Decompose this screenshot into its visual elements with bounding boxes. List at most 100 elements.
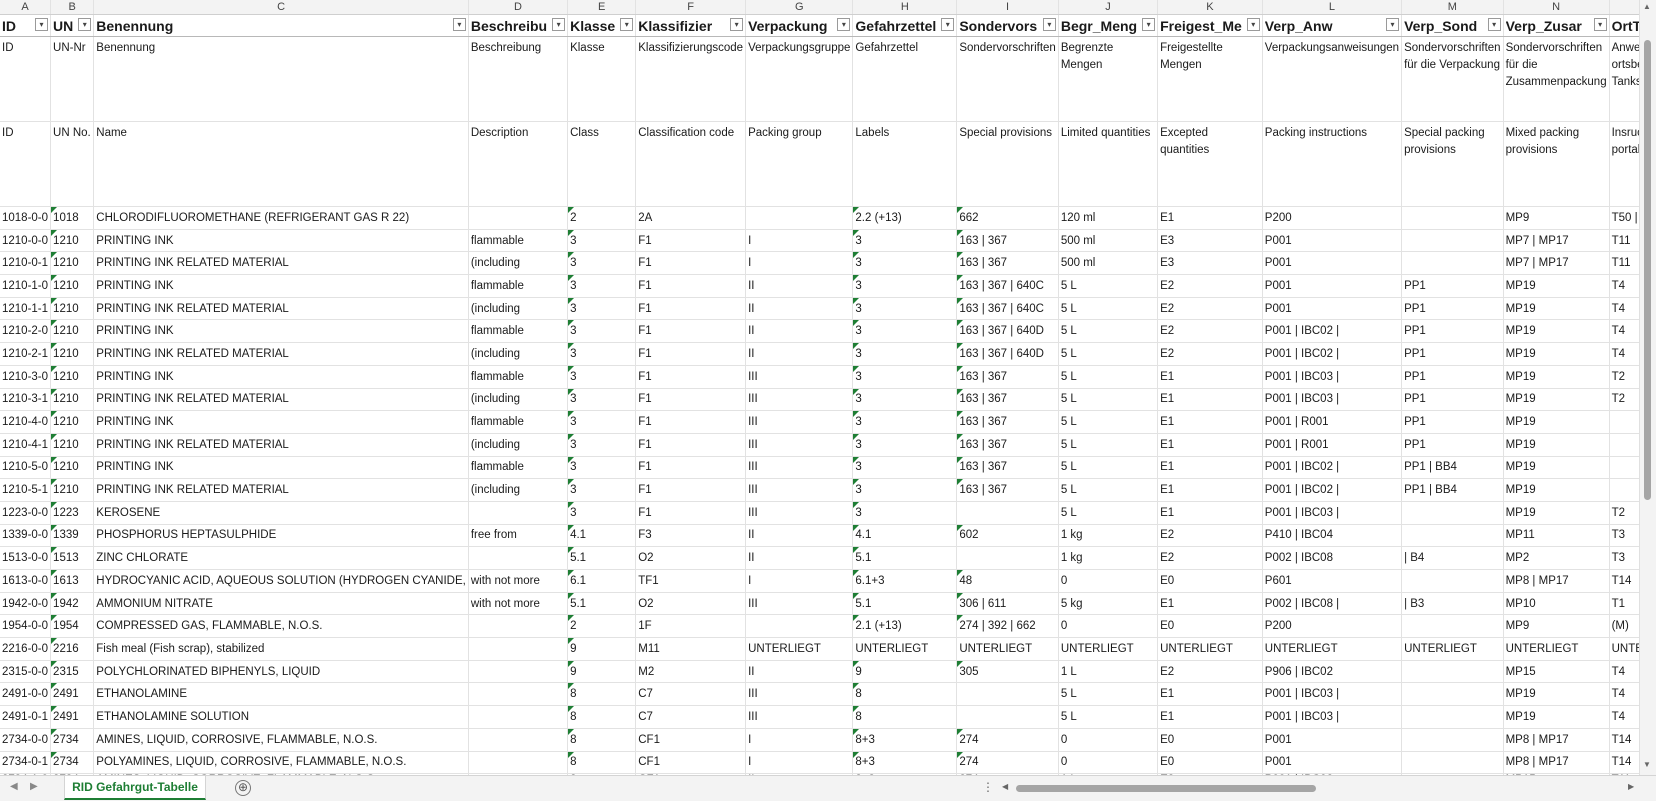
description-cell[interactable]: Name [93,121,469,207]
table-cell[interactable]: MP9 [1503,614,1610,639]
table-cell[interactable]: E0 [1157,614,1263,639]
column-letter-j[interactable]: J [1058,0,1159,15]
table-cell[interactable]: 3 [852,410,958,434]
table-cell[interactable]: T11 [1609,251,1640,276]
table-cell[interactable]: 3 [852,229,958,253]
description-cell[interactable]: ID [0,121,52,207]
table-cell[interactable]: E1 [1157,456,1263,480]
header-cell[interactable]: Verp_Sond ▾ [1401,14,1504,37]
table-cell[interactable]: 1613-0-0 [0,569,52,593]
table-cell[interactable]: 3 [567,297,637,321]
table-cell[interactable]: 5.1 [852,592,958,616]
table-cell[interactable]: 1210-4-1 [0,433,52,457]
table-cell[interactable]: 8 [567,682,637,707]
table-cell[interactable]: P001 [1262,728,1403,752]
table-cell[interactable]: 5 L [1058,410,1159,434]
description-cell[interactable]: Verpackungsgruppe [745,36,854,122]
table-cell[interactable]: 1210 [50,297,95,321]
table-cell[interactable]: 306 | 611 [956,592,1059,616]
table-cell[interactable]: 3 [852,433,958,457]
table-cell[interactable]: P001 | IBC02 | [1262,319,1403,344]
tab-scroll-left-icon[interactable]: ◀ [10,781,18,792]
table-cell[interactable]: PP1 [1401,388,1504,412]
table-cell[interactable]: E1 [1157,433,1263,457]
table-cell[interactable]: E2 [1157,342,1263,366]
table-cell[interactable]: 2.1 (+13) [852,614,958,639]
table-cell[interactable]: flammable [468,319,569,344]
table-cell[interactable]: F1 [635,456,747,480]
table-cell[interactable]: 1210 [50,319,95,344]
table-cell[interactable]: 5.1 [567,592,637,616]
table-cell[interactable]: 1210 [50,229,95,253]
table-cell[interactable]: 3 [567,365,637,389]
table-cell[interactable]: PRINTING INK [93,229,469,253]
table-cell[interactable]: MP19 [1503,433,1610,457]
table-cell[interactable]: PP1 [1401,274,1504,298]
table-cell[interactable]: 6.1 [567,569,637,593]
table-cell[interactable]: 2734-0-0 [0,728,52,752]
table-cell[interactable]: ZINC CHLORATE [93,546,469,570]
table-cell[interactable]: PRINTING INK RELATED MATERIAL [93,388,469,412]
table-cell[interactable]: III [745,682,854,707]
table-cell[interactable]: P001 | IBC02 | [1262,456,1403,480]
table-cell[interactable]: O2 [635,592,747,616]
column-letter-b[interactable]: B [50,0,95,15]
table-cell[interactable]: 2734-0-1 [0,751,52,775]
table-cell[interactable]: T4 [1609,297,1640,321]
table-cell[interactable]: T14 [1609,751,1640,775]
table-cell[interactable]: 1210 [50,388,95,412]
table-cell[interactable]: 1210 [50,342,95,366]
table-cell[interactable]: MP7 | MP17 [1503,251,1610,276]
table-cell[interactable] [468,660,569,684]
table-cell[interactable]: III [745,410,854,434]
table-cell[interactable]: 2A [635,206,747,230]
description-cell[interactable]: Benennung [93,36,469,122]
table-cell[interactable]: 1223 [50,501,95,525]
table-cell[interactable]: 0 [1058,614,1159,639]
table-cell[interactable]: UNTERLIEGT [956,637,1059,661]
table-cell[interactable]: 662 [956,206,1059,230]
table-cell[interactable] [1401,524,1504,548]
table-cell[interactable]: 1 L [1058,660,1159,684]
table-cell[interactable]: PP1 | BB4 [1401,456,1504,480]
table-cell[interactable]: 163 | 367 [956,456,1059,480]
scroll-up-icon[interactable]: ▲ [1643,2,1651,11]
table-cell[interactable]: 305 [956,660,1059,684]
horizontal-scrollbar[interactable]: ◀ ▶ [1000,781,1640,795]
table-cell[interactable]: 120 ml [1058,206,1159,230]
table-cell[interactable]: flammable [468,365,569,389]
table-cell[interactable]: P002 | IBC08 | [1262,592,1403,616]
table-cell[interactable]: flammable [468,274,569,298]
filter-dropdown-icon[interactable]: ▾ [730,18,744,31]
description-cell[interactable]: Verpackungsanweisungen [1262,36,1403,122]
table-cell[interactable]: PHOSPHORUS HEPTASULPHIDE [93,524,469,548]
table-cell[interactable]: III [745,456,854,480]
table-cell[interactable]: T4 [1609,342,1640,366]
filter-dropdown-icon[interactable]: ▾ [1593,18,1607,31]
table-cell[interactable]: 6.1+3 [852,569,958,593]
table-cell[interactable]: E0 [1157,728,1263,752]
description-cell[interactable]: Gefahrzettel [852,36,958,122]
column-letter-g[interactable]: G [745,0,854,15]
table-cell[interactable]: II [745,319,854,344]
table-cell[interactable]: F1 [635,274,747,298]
table-cell[interactable]: 0 [1058,569,1159,593]
sheet-tab-rid-gefahrgut[interactable]: RID Gefahrgut-Tabelle [64,776,206,800]
table-cell[interactable]: PRINTING INK RELATED MATERIAL [93,297,469,321]
header-cell[interactable]: Beschreibu ▾ [468,14,569,37]
table-cell[interactable]: I [745,751,854,775]
table-cell[interactable]: | B3 [1401,592,1504,616]
table-cell[interactable]: F1 [635,501,747,525]
table-cell[interactable]: (including [468,342,569,366]
table-cell[interactable]: PRINTING INK [93,319,469,344]
table-cell[interactable]: 5 L [1058,297,1159,321]
table-cell[interactable]: MP19 [1503,319,1610,344]
filter-dropdown-icon[interactable]: ▾ [1246,18,1260,31]
table-cell[interactable]: 3 [852,456,958,480]
column-letter-l[interactable]: L [1262,0,1403,15]
description-cell[interactable]: Limited quantities [1058,121,1159,207]
table-cell[interactable]: E2 [1157,546,1263,570]
table-cell[interactable]: 5 L [1058,682,1159,707]
table-cell[interactable]: UNTERLIEGT [852,637,958,661]
table-cell[interactable]: P001 [1262,229,1403,253]
